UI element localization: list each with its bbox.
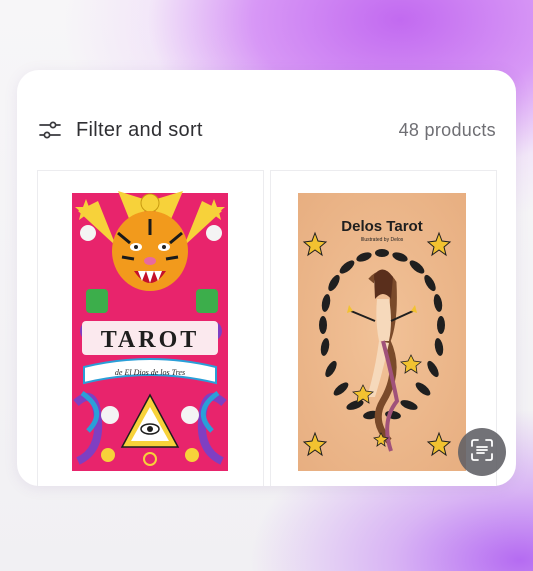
scan-text-button[interactable] [458,428,506,476]
sliders-icon [38,118,62,142]
cover-subtitle: Illustrated by Delos [361,237,404,243]
cover-subtitle: de El Dios de los Tres [115,368,185,377]
filter-and-sort-label: Filter and sort [76,118,203,141]
filter-toolbar: Filter and sort 48 products [38,115,496,145]
product-image: TAROT de El Dios de los Tres [38,171,263,486]
cover-title: TAROT [101,327,200,353]
scan-text-icon [469,437,495,468]
filter-and-sort-button[interactable]: Filter and sort [38,118,203,142]
product-count: 48 products [398,119,496,140]
product-card[interactable]: TAROT de El Dios de los Tres [37,170,264,486]
cover-title: Delos Tarot [341,218,422,235]
